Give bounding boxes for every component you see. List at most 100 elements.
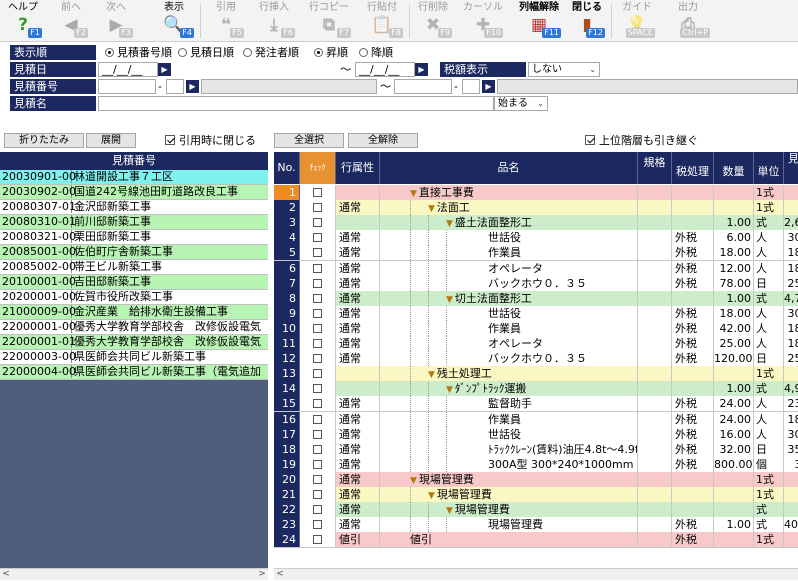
row-attribute[interactable]: 通常 bbox=[336, 456, 380, 472]
row-attribute[interactable]: 値引 bbox=[336, 532, 380, 548]
row-checkbox[interactable] bbox=[300, 396, 336, 412]
row-tax[interactable]: 外税 bbox=[672, 426, 714, 442]
row-spec[interactable] bbox=[638, 215, 672, 231]
number-from-lookup-button[interactable]: ▶ bbox=[186, 80, 199, 93]
row-item-name[interactable]: ▼ 直接工事費 bbox=[380, 185, 638, 200]
row-checkbox[interactable] bbox=[300, 320, 336, 336]
row-item-name[interactable]: ▼ ﾀﾞﾝﾌﾟﾄﾗｯｸ運搬 bbox=[380, 381, 638, 397]
row-attribute[interactable]: 通常 bbox=[336, 320, 380, 336]
row-tax[interactable] bbox=[672, 381, 714, 397]
row-quantity[interactable]: 1.00 bbox=[714, 290, 754, 306]
estimate-list-row[interactable]: 21000009-00 金沢産業 給排水衛生設備工事 bbox=[0, 305, 268, 320]
row-unit[interactable]: 人 bbox=[754, 305, 784, 321]
row-spec[interactable] bbox=[638, 471, 672, 487]
row-unit[interactable]: 人 bbox=[754, 411, 784, 427]
row-unit[interactable]: 個 bbox=[754, 456, 784, 472]
grid-row[interactable]: 8通常▼切土法面整形工1.00式4,779,5 bbox=[274, 290, 798, 307]
row-tax[interactable]: 外税 bbox=[672, 411, 714, 427]
row-quantity[interactable] bbox=[714, 366, 754, 382]
toolbar-button-row-paste[interactable]: 行貼付 📋 F8 bbox=[359, 0, 405, 42]
tax-select[interactable]: しない ⌄ bbox=[528, 62, 600, 77]
row-item-name[interactable]: 監督助手 bbox=[380, 396, 638, 412]
estimate-list-row[interactable]: 22000004-00 県医師会共同ビル新築工事（電気追加 bbox=[0, 365, 268, 380]
row-item-name[interactable]: 世話役 bbox=[380, 230, 638, 246]
row-checkbox[interactable] bbox=[300, 532, 336, 548]
row-tax[interactable] bbox=[672, 200, 714, 216]
row-unit-price[interactable]: 35,000 bbox=[784, 442, 798, 457]
row-quantity[interactable]: 16.00 bbox=[714, 426, 754, 442]
estimate-list-row[interactable]: 20080307-01 金沢邸新築工事 bbox=[0, 200, 268, 215]
row-unit-price[interactable]: 4,996,0 bbox=[784, 381, 798, 396]
tree-expand-icon[interactable]: ▼ bbox=[446, 217, 453, 230]
row-tax[interactable]: 外税 bbox=[672, 351, 714, 367]
date-from-input[interactable]: __/__/__ bbox=[98, 62, 158, 77]
row-unit[interactable]: 日 bbox=[754, 351, 784, 367]
row-tax[interactable]: 外税 bbox=[672, 320, 714, 336]
toolbar-button-search[interactable]: 表示 🔍 F4 bbox=[152, 0, 196, 42]
scroll-left-icon[interactable]: < bbox=[1, 569, 11, 580]
row-tax[interactable]: 外税 bbox=[672, 336, 714, 351]
row-tax[interactable]: 外税 bbox=[672, 245, 714, 261]
row-item-name[interactable]: ▼ 残土処理工 bbox=[380, 366, 638, 382]
row-quantity[interactable]: 25.00 bbox=[714, 336, 754, 351]
toolbar-button-row-copy[interactable]: 行コピー ⧉ F7 bbox=[305, 0, 353, 42]
row-unit-price[interactable]: 25,000 bbox=[784, 276, 798, 291]
estimate-list-row[interactable]: 22000001-00 優秀大学教育学部校舎 改修仮設電気 bbox=[0, 320, 268, 335]
estimate-list-row[interactable]: 20030901-00 林道開設工事７工区 bbox=[0, 170, 268, 185]
row-attribute[interactable]: 通常 bbox=[336, 351, 380, 367]
tree-expand-icon[interactable]: ▼ bbox=[428, 368, 435, 381]
row-unit[interactable]: 人 bbox=[754, 426, 784, 442]
row-tax[interactable]: 外税 bbox=[672, 305, 714, 321]
date-to-input[interactable]: __/__/__ bbox=[355, 62, 415, 77]
row-checkbox[interactable] bbox=[300, 426, 336, 442]
row-unit[interactable]: 人 bbox=[754, 260, 784, 276]
row-tax[interactable]: 外税 bbox=[672, 260, 714, 276]
row-quantity[interactable] bbox=[714, 185, 754, 200]
row-unit[interactable]: 1式 bbox=[754, 471, 784, 487]
number-to-lookup-button[interactable]: ▶ bbox=[482, 80, 495, 93]
select-all-button[interactable]: 全選択 bbox=[274, 133, 344, 148]
tree-expand-icon[interactable]: ▼ bbox=[428, 489, 435, 502]
estimate-list-row[interactable]: 20085002-00 帯王ビル新築工事 bbox=[0, 260, 268, 275]
row-quantity[interactable]: 120.00 bbox=[714, 351, 754, 367]
row-unit[interactable]: 式 bbox=[754, 290, 784, 306]
grid-row[interactable]: 13 ▼ 残土処理工 1式 bbox=[274, 366, 798, 383]
row-item-name[interactable]: 世話役 bbox=[380, 426, 638, 442]
toolbar-button-guide-bulb[interactable]: ガイド 💡 SPACE bbox=[617, 0, 657, 42]
toolbar-button-cursor[interactable]: カーソル ✚ F10 bbox=[461, 0, 505, 42]
row-tax[interactable] bbox=[672, 487, 714, 502]
row-checkbox[interactable] bbox=[300, 260, 336, 276]
row-item-name[interactable]: ▼ 現場管理費 bbox=[380, 471, 638, 487]
sort-radio-1[interactable]: 見積日順 bbox=[178, 46, 234, 59]
estimate-list-row[interactable]: 22000001-01 優秀大学教育学部校舎 改修仮設電気 bbox=[0, 335, 268, 350]
row-quantity[interactable]: 42.00 bbox=[714, 320, 754, 336]
number-from-branch-input[interactable] bbox=[166, 79, 184, 94]
tree-expand-icon[interactable]: ▼ bbox=[428, 202, 435, 215]
grid-row[interactable]: 17 通常 世話役 外税16.00人30,000 bbox=[274, 426, 798, 443]
row-checkbox[interactable] bbox=[300, 487, 336, 502]
row-unit-price[interactable] bbox=[784, 185, 798, 200]
row-item-name[interactable]: 300A型 300*240*1000mm bbox=[380, 456, 638, 472]
row-tax[interactable]: 外税 bbox=[672, 230, 714, 246]
row-tax[interactable]: 外税 bbox=[672, 396, 714, 412]
row-spec[interactable] bbox=[638, 366, 672, 382]
deselect-all-button[interactable]: 全解除 bbox=[348, 133, 418, 148]
row-spec[interactable] bbox=[638, 426, 672, 442]
row-quantity[interactable]: 24.00 bbox=[714, 396, 754, 412]
row-item-name[interactable]: ﾄﾗｯｸｸﾚｰﾝ(賃料)油圧4.8t～4.9t bbox=[380, 441, 638, 457]
tree-expand-icon[interactable]: ▼ bbox=[410, 187, 417, 200]
grid-row[interactable]: 10 通常 作業員 外税42.00人18,500 bbox=[274, 320, 798, 337]
row-tax[interactable] bbox=[672, 471, 714, 487]
row-quantity[interactable]: 1.00 bbox=[714, 381, 754, 397]
collapse-button[interactable]: 折りたたみ bbox=[4, 133, 84, 148]
row-checkbox[interactable] bbox=[300, 441, 336, 457]
row-item-name[interactable]: オペレータ bbox=[380, 260, 638, 276]
estimate-list-row[interactable]: 20080321-00 栗田邸新築工事 bbox=[0, 230, 268, 245]
row-unit-price[interactable]: 30,000 bbox=[784, 230, 798, 245]
row-attribute[interactable] bbox=[336, 185, 380, 200]
row-unit[interactable]: 1式 bbox=[754, 487, 784, 502]
row-attribute[interactable]: 通常 bbox=[336, 336, 380, 351]
grid-row[interactable]: 15 通常 監督助手 外税24.00人23,000 bbox=[274, 396, 798, 413]
row-tax[interactable] bbox=[672, 502, 714, 518]
row-checkbox[interactable] bbox=[300, 351, 336, 367]
